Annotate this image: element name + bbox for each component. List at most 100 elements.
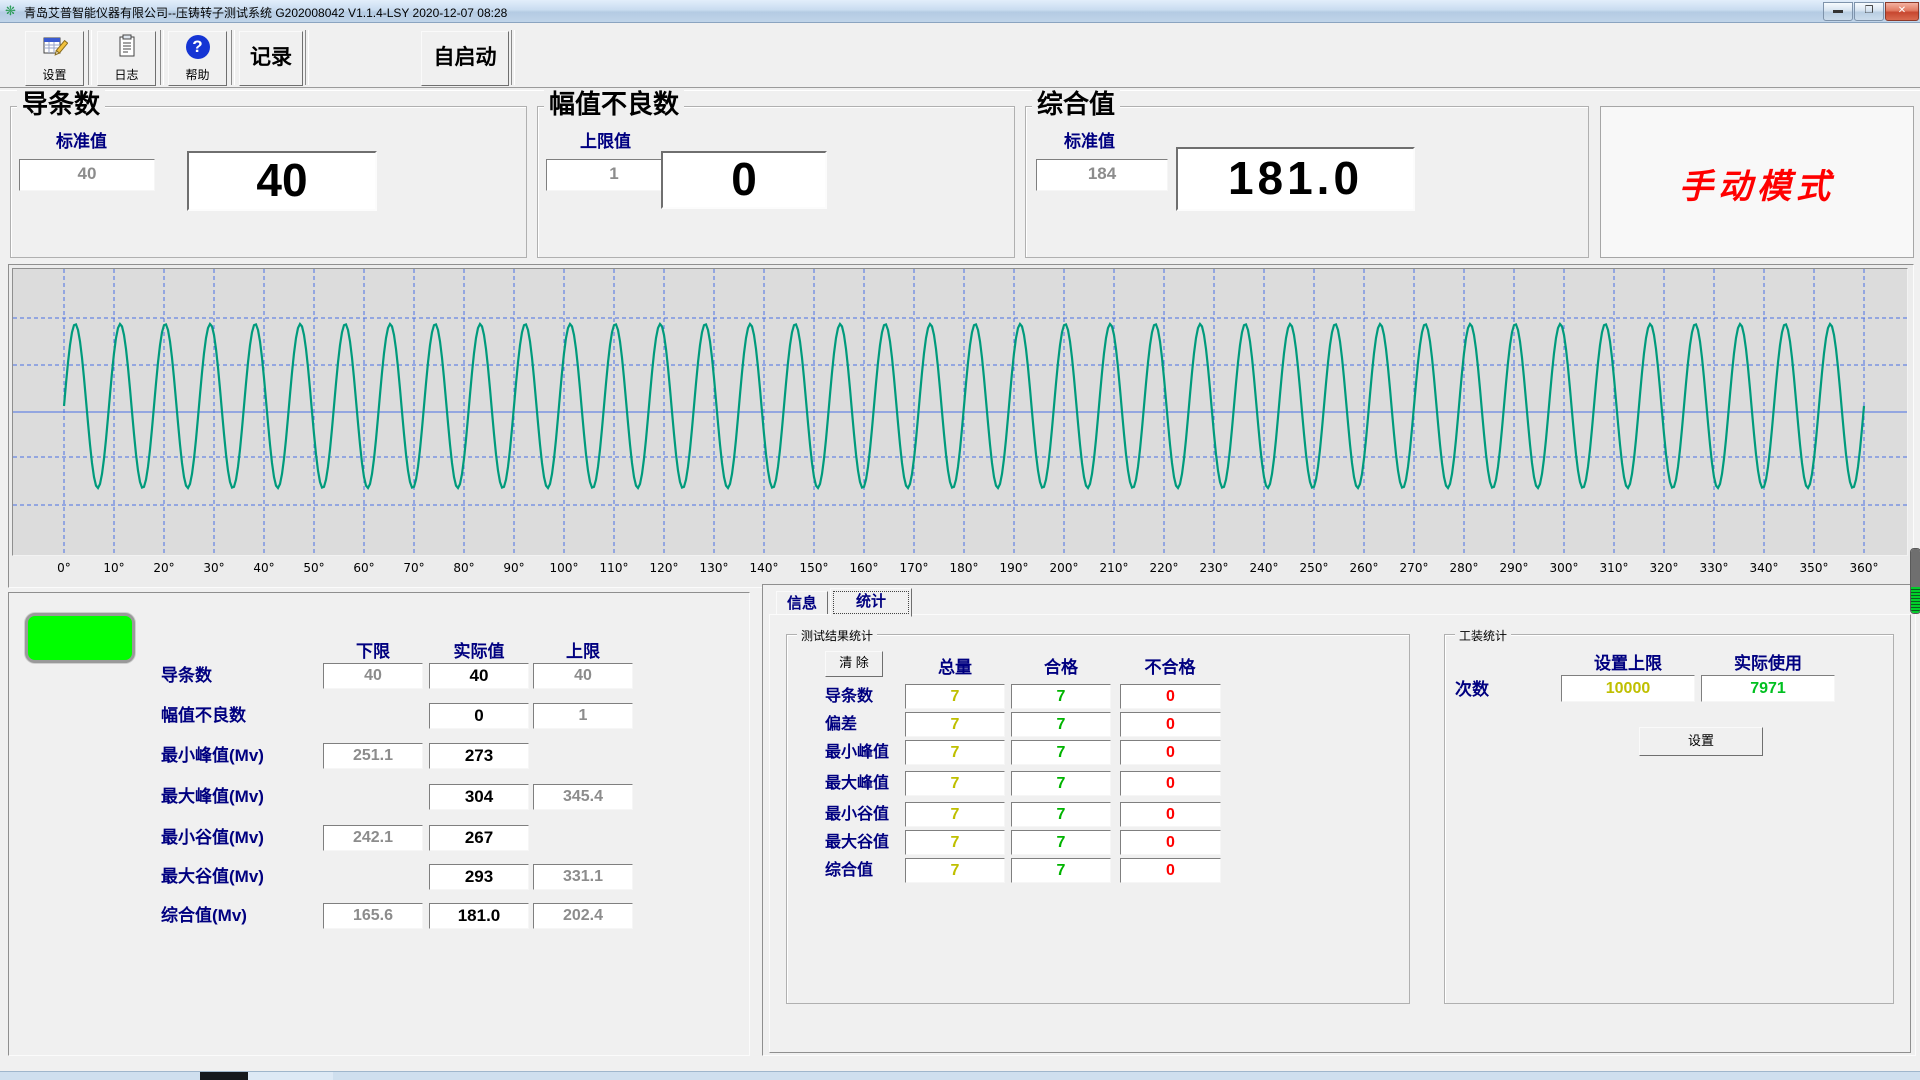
- title-bar[interactable]: ❋ 青岛艾普智能仪器有限公司--压铸转子测试系统 G202008042 V1.1…: [0, 0, 1920, 23]
- x-axis-tick: 270°: [1389, 561, 1439, 575]
- taskbar-segment: [248, 1072, 333, 1080]
- log-button-label: 日志: [98, 66, 155, 83]
- close-button[interactable]: ✕: [1885, 2, 1919, 21]
- amplitude-defect-group-title: 幅值不良数: [544, 89, 684, 119]
- x-axis-tick: 190°: [989, 561, 1039, 575]
- autostart-button-label: 自启动: [422, 32, 508, 83]
- x-axis-tick: 200°: [1039, 561, 1089, 575]
- pass-indicator-lamp: [25, 613, 135, 663]
- x-axis-tick: 10°: [89, 561, 139, 575]
- stat-total-value: 7: [905, 858, 1005, 883]
- high-limit-value: 202.4: [533, 903, 633, 929]
- scrollbar-thumb-stripes: [1911, 587, 1920, 613]
- tooling-limit-header: 设置上限: [1561, 649, 1695, 674]
- bar-count-group: 导条数 标准值 40 40: [10, 106, 527, 258]
- stat-row-label: 最小谷值: [825, 802, 889, 827]
- stat-total-value: 7: [905, 830, 1005, 855]
- composite-ref-input[interactable]: 184: [1036, 159, 1168, 191]
- x-axis-tick: 90°: [489, 561, 539, 575]
- measurement-row-label: 最大峰值(Mv): [161, 784, 264, 810]
- composite-ref-label: 标准值: [1064, 127, 1115, 152]
- x-axis-tick: 250°: [1289, 561, 1339, 575]
- toolbar-separator: [231, 30, 235, 85]
- help-button-label: 帮助: [169, 66, 226, 83]
- x-axis-tick: 30°: [189, 561, 239, 575]
- x-axis-tick: 310°: [1589, 561, 1639, 575]
- taskbar-edge[interactable]: [0, 1071, 1920, 1080]
- measurement-row-label: 综合值(Mv): [161, 903, 247, 929]
- x-axis-tick: 300°: [1539, 561, 1589, 575]
- x-axis-tick: 40°: [239, 561, 289, 575]
- bar-count-ref-input[interactable]: 40: [19, 159, 155, 191]
- waveform-chart: [13, 269, 1907, 555]
- actual-value: 181.0: [429, 903, 529, 929]
- column-header-fail: 不合格: [1115, 653, 1225, 678]
- x-axis-tick: 360°: [1839, 561, 1889, 575]
- stat-pass-value: 7: [1011, 802, 1111, 827]
- tab-statistics[interactable]: 统计: [830, 588, 912, 617]
- mode-label: 手动模式: [1601, 159, 1913, 208]
- x-axis-tick: 170°: [889, 561, 939, 575]
- tooling-used-value: 7971: [1701, 675, 1835, 702]
- x-axis-tick: 290°: [1489, 561, 1539, 575]
- high-limit-value: 40: [533, 663, 633, 689]
- column-header-pass: 合格: [1011, 653, 1111, 678]
- stat-row-label: 最大峰值: [825, 771, 889, 796]
- scrollbar-thumb-top: [1911, 549, 1920, 587]
- minimize-button[interactable]: ▬: [1823, 2, 1853, 21]
- actual-value: 40: [429, 663, 529, 689]
- low-limit-value: 40: [323, 663, 423, 689]
- stat-pass-value: 7: [1011, 858, 1111, 883]
- scrollbar-thumb[interactable]: [1910, 548, 1920, 614]
- low-limit-value: 251.1: [323, 743, 423, 769]
- settings-button[interactable]: 设置: [25, 31, 84, 86]
- amplitude-defect-group: 幅值不良数 上限值 1 0: [537, 106, 1015, 258]
- x-axis-tick: 140°: [739, 561, 789, 575]
- tooling-limit-value[interactable]: 10000: [1561, 675, 1695, 702]
- amplitude-defect-ref-label: 上限值: [580, 127, 631, 152]
- measurement-row-label: 最小峰值(Mv): [161, 743, 264, 769]
- tooling-used-header: 实际使用: [1701, 649, 1835, 674]
- column-header-total: 总量: [905, 653, 1005, 678]
- column-header-low: 下限: [323, 637, 423, 662]
- stat-row-label: 最大谷值: [825, 830, 889, 855]
- help-button[interactable]: ? 帮助: [168, 31, 227, 86]
- x-axis-tick: 50°: [289, 561, 339, 575]
- stat-fail-value: 0: [1120, 712, 1221, 737]
- bar-count-display: 40: [187, 151, 377, 211]
- x-axis-tick: 110°: [589, 561, 639, 575]
- log-button[interactable]: 日志: [97, 31, 156, 86]
- stat-total-value: 7: [905, 771, 1005, 796]
- stat-pass-value: 7: [1011, 740, 1111, 765]
- clear-button[interactable]: 清 除: [825, 651, 883, 677]
- tooling-set-button[interactable]: 设置: [1639, 727, 1763, 756]
- actual-value: 267: [429, 825, 529, 851]
- waveform-panel: 0°10°20°30°40°50°60°70°80°90°100°110°120…: [8, 264, 1914, 588]
- x-axis-tick: 230°: [1189, 561, 1239, 575]
- x-axis-tick: 210°: [1089, 561, 1139, 575]
- stat-fail-value: 0: [1120, 830, 1221, 855]
- waveform-plot: [12, 268, 1908, 556]
- stat-total-value: 7: [905, 712, 1005, 737]
- x-axis-tick: 80°: [439, 561, 489, 575]
- x-axis-tick: 220°: [1139, 561, 1189, 575]
- log-icon: [114, 34, 140, 60]
- autostart-button[interactable]: 自启动: [421, 31, 509, 86]
- restore-button[interactable]: ❐: [1854, 2, 1884, 21]
- column-header-actual: 实际值: [429, 637, 529, 662]
- bar-count-ref-label: 标准值: [56, 127, 107, 152]
- record-button-label: 记录: [240, 32, 302, 83]
- amplitude-defect-display: 0: [661, 151, 827, 209]
- record-button[interactable]: 记录: [239, 31, 303, 86]
- low-limit-value: 165.6: [323, 903, 423, 929]
- toolbar-separator: [305, 30, 309, 85]
- stat-total-value: 7: [905, 684, 1005, 709]
- toolbar-separator: [88, 30, 92, 85]
- stat-fail-value: 0: [1120, 858, 1221, 883]
- taskbar-window-button[interactable]: [200, 1072, 248, 1080]
- low-limit-value: 242.1: [323, 825, 423, 851]
- stat-row-label: 最小峰值: [825, 740, 889, 765]
- actual-value: 304: [429, 784, 529, 810]
- tab-info[interactable]: 信息: [776, 591, 828, 616]
- composite-display: 181.0: [1176, 147, 1415, 211]
